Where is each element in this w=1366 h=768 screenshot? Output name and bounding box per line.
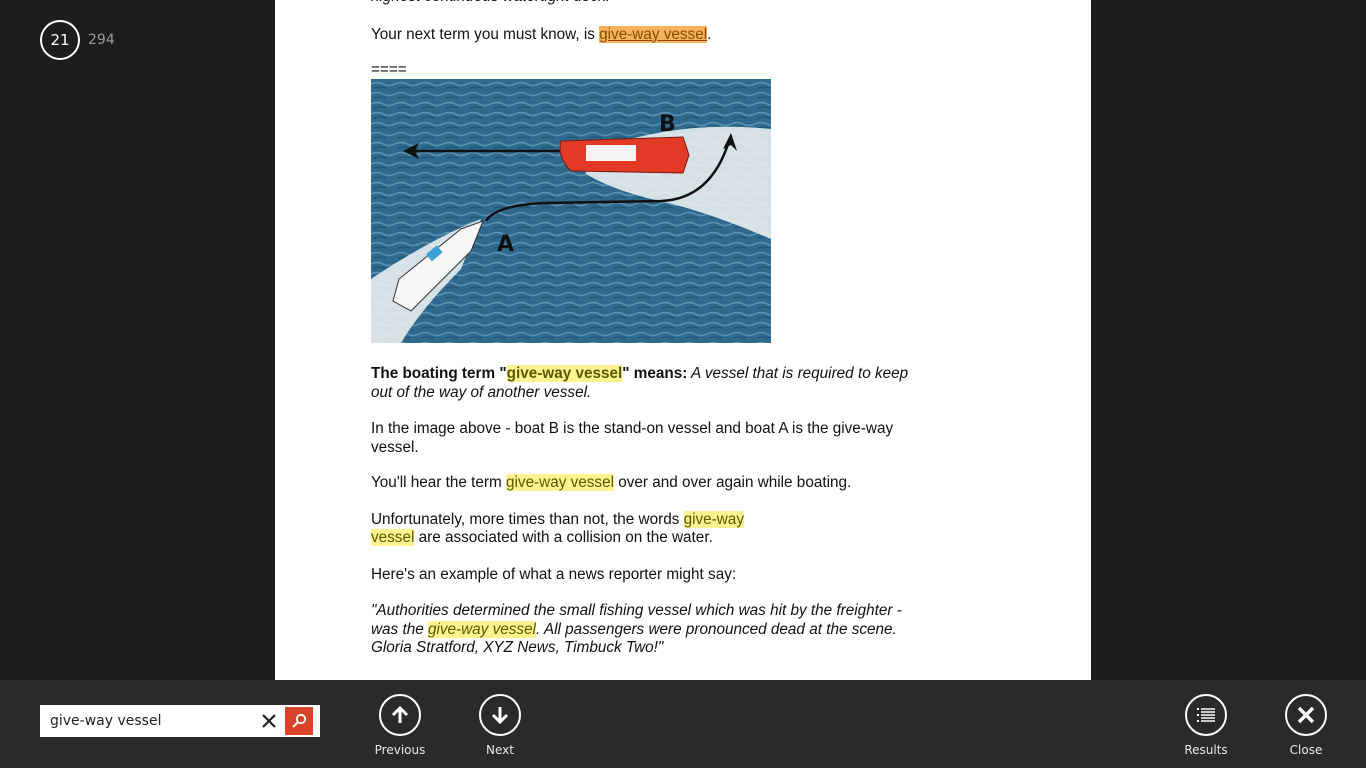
close-ring	[1285, 694, 1327, 736]
next-label: Next	[486, 743, 514, 757]
text: You'll hear the term	[371, 474, 507, 491]
label-b: B	[659, 112, 676, 137]
search-hit[interactable]: vessel	[371, 529, 415, 546]
text: The boating term "	[371, 365, 507, 382]
document-page: highest continuous watertight deck. Your…	[275, 0, 1091, 680]
text: Unfortunately, more times than not, the …	[371, 510, 684, 528]
results-label: Results	[1184, 743, 1228, 757]
previous-label: Previous	[374, 743, 426, 757]
arrow-down-icon	[491, 707, 509, 725]
total-pages: 294	[88, 32, 115, 48]
text: Your next term you must know, is	[371, 25, 600, 43]
clear-search-button[interactable]	[255, 707, 283, 735]
next-ring	[479, 694, 521, 736]
paragraph-definition: The boating term "give-way vessel" means…	[371, 365, 911, 402]
paragraph-image-explanation: In the image above - boat B is the stand…	[371, 420, 894, 456]
next-button[interactable]: Next	[460, 694, 540, 757]
text: .	[707, 25, 712, 43]
close-icon	[262, 714, 276, 728]
search-icon	[292, 713, 307, 728]
search-hit[interactable]: give-way vessel	[506, 365, 623, 382]
search-input[interactable]	[50, 707, 255, 735]
label-a: A	[497, 232, 514, 257]
arrow-up-icon	[391, 705, 409, 723]
close-button[interactable]: Close	[1266, 694, 1346, 757]
search-button[interactable]	[285, 707, 313, 735]
separator: ====	[371, 61, 407, 78]
previous-button[interactable]: Previous	[360, 694, 440, 757]
results-ring	[1185, 694, 1227, 736]
page-counter: 21 294	[40, 20, 115, 60]
results-button[interactable]: Results	[1166, 694, 1246, 757]
search-hit-current[interactable]: give-way vessel	[599, 25, 708, 43]
search-hit[interactable]: give-way vessel	[506, 474, 614, 491]
find-toolbar: Previous Next Results Close	[0, 680, 1366, 768]
search-box	[40, 705, 320, 737]
close-icon	[1297, 706, 1315, 724]
boat-figure: B A	[371, 79, 771, 343]
paragraph-next-term: Your next term you must know, is give-wa…	[371, 25, 911, 45]
search-hit[interactable]: give-way vessel	[427, 620, 536, 638]
text: over and over again while boating.	[613, 474, 852, 491]
text: " means:	[622, 365, 688, 382]
paragraph-quote: "Authorities determined the small fishin…	[371, 602, 911, 658]
search-hit[interactable]: give-way	[683, 510, 744, 528]
paragraph-hear-term: You'll hear the term give-way vessel ove…	[371, 474, 911, 493]
previous-ring	[379, 694, 421, 736]
document-content: highest continuous watertight deck. Your…	[371, 0, 911, 658]
paragraph-example-intro: Here's an example of what a news reporte…	[371, 565, 737, 583]
boat-b-cabin	[586, 145, 636, 161]
current-page-badge: 21	[40, 20, 80, 60]
close-label: Close	[1289, 743, 1323, 757]
paragraph-collision: Unfortunately, more times than not, the …	[371, 510, 771, 548]
text: are associated with a collision on the w…	[414, 529, 713, 546]
text-line: highest continuous watertight deck.	[371, 0, 911, 7]
list-icon	[1197, 708, 1215, 722]
